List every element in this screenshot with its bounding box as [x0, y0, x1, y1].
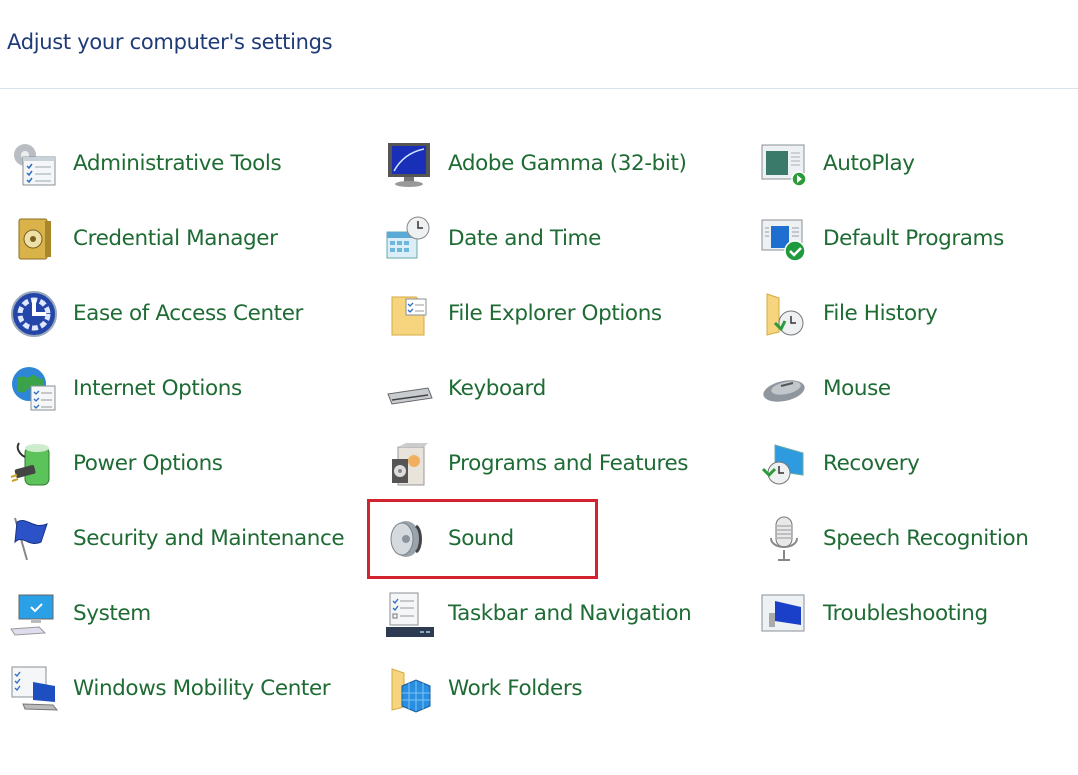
- item-troubleshooting[interactable]: Troubleshooting: [758, 576, 1076, 651]
- item-label: Date and Time: [448, 226, 601, 251]
- speaker-icon: [383, 513, 435, 565]
- item-administrative-tools[interactable]: Administrative Tools: [8, 126, 363, 201]
- recovery-icon: [758, 438, 810, 490]
- item-date-and-time[interactable]: Date and Time: [383, 201, 738, 276]
- flag-icon: [8, 513, 60, 565]
- item-ease-of-access-center[interactable]: Ease of Access Center: [8, 276, 363, 351]
- header-divider: [0, 88, 1078, 89]
- item-label: System: [73, 601, 151, 626]
- taskbar-icon: [383, 588, 435, 640]
- item-label: Speech Recognition: [823, 526, 1029, 551]
- item-label: Troubleshooting: [823, 601, 988, 626]
- autoplay-icon: [758, 138, 810, 190]
- item-default-programs[interactable]: Default Programs: [758, 201, 1076, 276]
- admin-tools-icon: [8, 138, 60, 190]
- item-label: Programs and Features: [448, 451, 689, 476]
- item-system[interactable]: System: [8, 576, 363, 651]
- keyboard-icon: [383, 363, 435, 415]
- safe-vault-icon: [8, 213, 60, 265]
- item-label: Taskbar and Navigation: [448, 601, 692, 626]
- item-label: AutoPlay: [823, 151, 915, 176]
- item-label: Work Folders: [448, 676, 583, 701]
- calendar-clock-icon: [383, 213, 435, 265]
- work-folders-icon: [383, 663, 435, 715]
- programs-box-icon: [383, 438, 435, 490]
- item-programs-and-features[interactable]: Programs and Features: [383, 426, 738, 501]
- item-adobe-gamma[interactable]: Adobe Gamma (32-bit): [383, 126, 738, 201]
- item-internet-options[interactable]: Internet Options: [8, 351, 363, 426]
- item-sound[interactable]: Sound: [383, 501, 738, 576]
- globe-checklist-icon: [8, 363, 60, 415]
- folder-options-icon: [383, 288, 435, 340]
- item-label: Mouse: [823, 376, 891, 401]
- item-speech-recognition[interactable]: Speech Recognition: [758, 501, 1076, 576]
- microphone-icon: [758, 513, 810, 565]
- item-label: Default Programs: [823, 226, 1004, 251]
- item-label: Windows Mobility Center: [73, 676, 331, 701]
- item-label: Security and Maintenance: [73, 526, 345, 551]
- item-taskbar-and-navigation[interactable]: Taskbar and Navigation: [383, 576, 738, 651]
- ease-of-access-icon: [8, 288, 60, 340]
- item-label: Administrative Tools: [73, 151, 282, 176]
- item-mouse[interactable]: Mouse: [758, 351, 1076, 426]
- battery-plug-icon: [8, 438, 60, 490]
- item-label: Power Options: [73, 451, 223, 476]
- item-keyboard[interactable]: Keyboard: [383, 351, 738, 426]
- laptop-checklist-icon: [8, 663, 60, 715]
- item-work-folders[interactable]: Work Folders: [383, 651, 738, 726]
- item-label: File History: [823, 301, 938, 326]
- item-label: Internet Options: [73, 376, 242, 401]
- computer-icon: [8, 588, 60, 640]
- item-recovery[interactable]: Recovery: [758, 426, 1076, 501]
- item-file-explorer-options[interactable]: File Explorer Options: [383, 276, 738, 351]
- page-title: Adjust your computer's settings: [7, 30, 333, 54]
- item-windows-mobility-center[interactable]: Windows Mobility Center: [8, 651, 363, 726]
- item-security-and-maintenance[interactable]: Security and Maintenance: [8, 501, 363, 576]
- default-programs-icon: [758, 213, 810, 265]
- item-label: File Explorer Options: [448, 301, 662, 326]
- troubleshooting-icon: [758, 588, 810, 640]
- item-credential-manager[interactable]: Credential Manager: [8, 201, 363, 276]
- item-label: Adobe Gamma (32-bit): [448, 151, 687, 176]
- mouse-icon: [758, 363, 810, 415]
- item-power-options[interactable]: Power Options: [8, 426, 363, 501]
- folder-clock-icon: [758, 288, 810, 340]
- item-autoplay[interactable]: AutoPlay: [758, 126, 1076, 201]
- item-label: Recovery: [823, 451, 920, 476]
- item-file-history[interactable]: File History: [758, 276, 1076, 351]
- item-label: Sound: [448, 526, 514, 551]
- monitor-gamma-icon: [383, 138, 435, 190]
- item-label: Ease of Access Center: [73, 301, 303, 326]
- item-label: Credential Manager: [73, 226, 278, 251]
- item-label: Keyboard: [448, 376, 546, 401]
